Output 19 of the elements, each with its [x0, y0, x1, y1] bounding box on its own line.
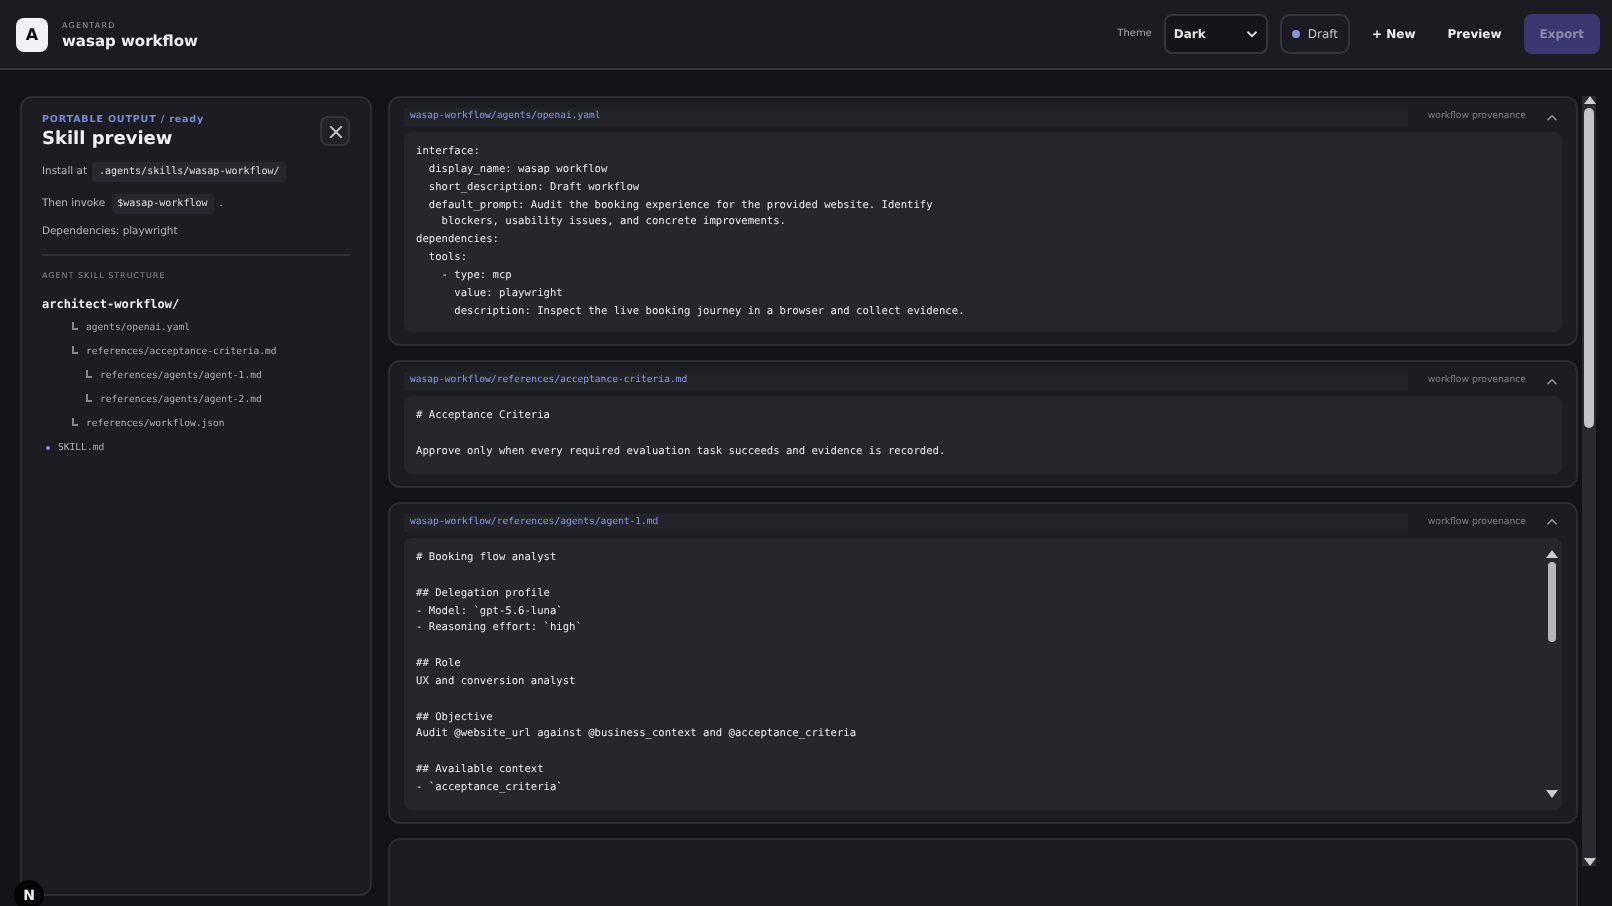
tree-branch-icon: [72, 345, 78, 353]
scrollbar[interactable]: [1546, 549, 1556, 798]
close-button[interactable]: [320, 116, 350, 146]
app-logo: A: [16, 17, 48, 51]
panel-title: Skill preview: [42, 130, 175, 150]
tree-branch-icon: [72, 321, 78, 329]
scroll-up-icon[interactable]: [1545, 549, 1557, 558]
chevron-up-icon[interactable]: [1546, 377, 1558, 386]
close-icon: [327, 123, 343, 139]
scroll-up-icon[interactable]: [1583, 96, 1595, 104]
chevron-up-icon[interactable]: [1546, 518, 1558, 527]
chevron-up-icon[interactable]: [1546, 113, 1558, 121]
scrollbar[interactable]: [1582, 96, 1596, 866]
scroll-down-icon[interactable]: [1545, 789, 1557, 798]
tree-branch-icon: [72, 417, 78, 425]
tree-branch-icon: [86, 393, 92, 401]
tree-branch-icon: [86, 369, 92, 377]
chevron-down-icon: [1245, 30, 1258, 38]
scroll-down-icon[interactable]: [1583, 858, 1595, 866]
